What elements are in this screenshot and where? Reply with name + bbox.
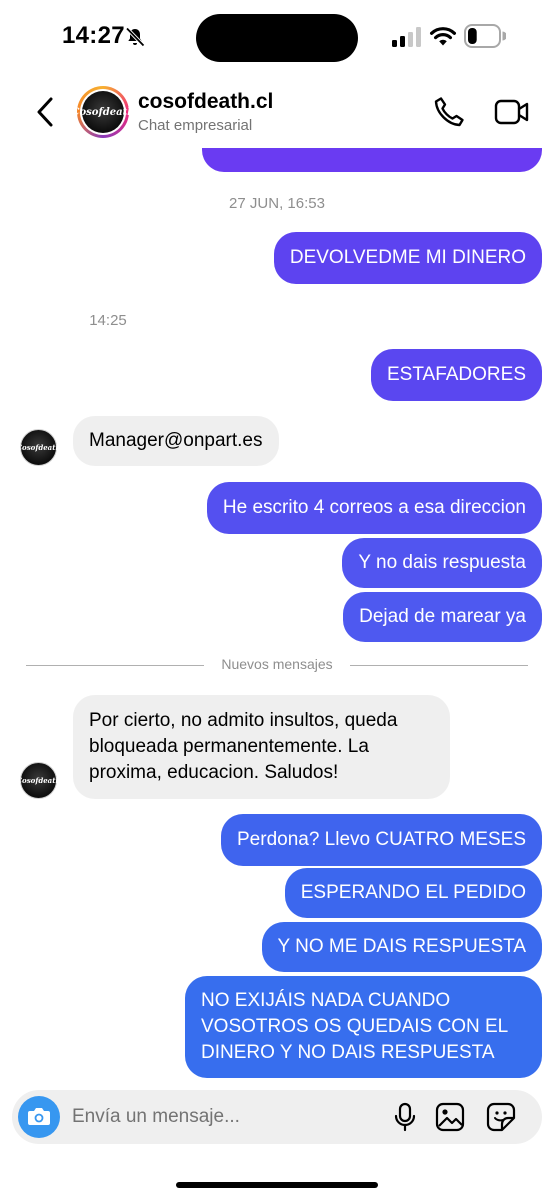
message-bubble-outgoing[interactable]: Y NO ME DAIS RESPUESTA (261, 922, 542, 972)
message-bubble-outgoing[interactable] (202, 148, 542, 172)
message-text: DEVOLVEDME MI DINERO (289, 247, 526, 268)
message-list[interactable]: 27 JUN, 16:53 DEVOLVEDME MI DINERO 14:25… (0, 148, 554, 1082)
gallery-icon[interactable] (435, 1102, 465, 1132)
message-text: He escrito 4 correos a esa direccion (222, 497, 526, 518)
chat-header: Cosofdeath cosofdeath.cl Chat empresaria… (0, 76, 554, 148)
message-bubble-incoming[interactable]: Manager@onpart.es (73, 416, 279, 466)
message-bubble-outgoing[interactable]: DEVOLVEDME MI DINERO (273, 232, 542, 284)
message-bubble-outgoing[interactable]: Y no dais respuesta (342, 538, 542, 588)
message-bubble-incoming[interactable]: Por cierto, no admito insultos, queda bl… (73, 695, 450, 799)
camera-icon (28, 1108, 50, 1125)
microphone-icon[interactable] (390, 1102, 420, 1132)
dynamic-island (196, 14, 358, 62)
message-bubble-outgoing[interactable]: He escrito 4 correos a esa direccion (206, 482, 542, 534)
status-bar: 14:27 (0, 0, 554, 76)
message-text: Por cierto, no admito insultos, queda bl… (89, 710, 398, 783)
camera-button[interactable] (18, 1096, 60, 1138)
new-messages-divider: Nuevos mensajes (26, 656, 528, 676)
message-text: Y no dais respuesta (358, 552, 526, 573)
message-bubble-outgoing[interactable]: Dejad de marear ya (343, 592, 542, 642)
timestamp: 27 JUN, 16:53 (229, 195, 325, 212)
contact-subtitle: Chat empresarial (138, 117, 253, 134)
video-camera-icon[interactable] (494, 96, 530, 128)
message-text: Y NO ME DAIS RESPUESTA (277, 936, 526, 957)
signal-icon (392, 27, 421, 47)
wifi-icon (430, 27, 456, 46)
status-time: 14:27 (62, 22, 125, 49)
contact-name[interactable]: cosofdeath.cl (138, 90, 273, 114)
message-text: Perdona? Llevo CUATRO MESES (237, 829, 526, 850)
message-bubble-outgoing[interactable]: Perdona? Llevo CUATRO MESES (221, 814, 542, 866)
avatar-logo: Cosofdeath (72, 91, 134, 133)
battery-icon (464, 24, 506, 48)
message-bubble-outgoing[interactable]: ESPERANDO EL PEDIDO (284, 868, 542, 918)
sticker-icon[interactable] (486, 1102, 516, 1132)
message-text: ESPERANDO EL PEDIDO (300, 882, 526, 903)
message-bubble-outgoing[interactable]: ESTAFADORES (370, 349, 542, 401)
sender-avatar[interactable]: Cosofdeath (16, 429, 61, 466)
message-bubble-outgoing[interactable]: NO EXIJÁIS NADA CUANDO VOSOTROS OS QUEDA… (185, 976, 542, 1078)
sender-avatar[interactable]: Cosofdeath (16, 762, 61, 799)
message-composer (12, 1090, 542, 1144)
message-text: ESTAFADORES (386, 364, 526, 385)
message-text: NO EXIJÁIS NADA CUANDO VOSOTROS OS QUEDA… (201, 990, 508, 1063)
timestamp: 14:25 (89, 312, 127, 329)
header-avatar[interactable]: Cosofdeath (72, 86, 134, 138)
divider-label: Nuevos mensajes (221, 656, 333, 672)
home-indicator (176, 1182, 378, 1188)
message-text: Dejad de marear ya (359, 606, 526, 627)
back-chevron-icon[interactable] (34, 96, 56, 128)
message-input[interactable] (72, 1090, 372, 1144)
bell-slash-icon (125, 27, 145, 47)
phone-icon[interactable] (432, 95, 466, 129)
message-text: Manager@onpart.es (89, 430, 263, 451)
